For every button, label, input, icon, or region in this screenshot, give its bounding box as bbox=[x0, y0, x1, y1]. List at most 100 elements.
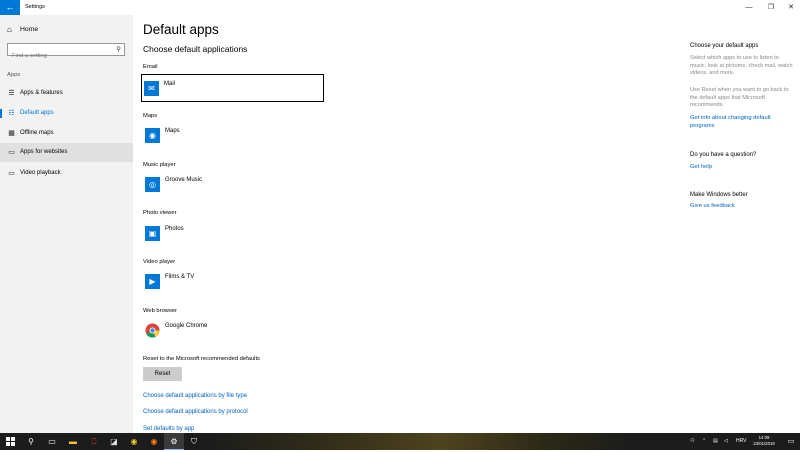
give-feedback-link[interactable]: Give us feedback bbox=[690, 203, 795, 211]
taskbar: ⚲ ▭ ▬ ⎕ ◪ ◉ ◉ ⚙ ⛉ ⚇ ⌃ ▤ ◁ HRV 14:09 23/0… bbox=[0, 433, 800, 450]
chrome-icon bbox=[145, 323, 160, 338]
reset-label: Reset to the Microsoft recommended defau… bbox=[143, 356, 260, 362]
arrow-left-icon: ← bbox=[5, 2, 15, 12]
reset-button[interactable]: Reset bbox=[143, 367, 182, 381]
page-title: Default apps bbox=[143, 22, 219, 37]
nav-home-label: Home bbox=[20, 26, 39, 33]
app-name: Google Chrome bbox=[165, 323, 208, 329]
default-app-photos[interactable]: ▣ Photos bbox=[143, 220, 324, 248]
web-icon: ▭ bbox=[8, 149, 15, 156]
right-panel-description: Select which apps to use to listen to mu… bbox=[690, 55, 793, 77]
category-label-email: Email bbox=[143, 64, 158, 70]
action-center-button[interactable]: ▭ bbox=[784, 433, 798, 450]
sidebar-item-offline-maps[interactable]: ▦ Offline maps bbox=[0, 124, 133, 143]
default-app-video[interactable]: ▶ Films & TV bbox=[143, 268, 324, 296]
sidebar-item-label: Apps & features bbox=[20, 90, 63, 96]
close-button[interactable]: ✕ bbox=[778, 0, 800, 15]
acrobat-button[interactable]: ⎕ bbox=[84, 433, 104, 450]
title-bar: ← Settings — ❐ ✕ bbox=[0, 0, 800, 15]
sidebar-item-label: Video playback bbox=[20, 170, 61, 176]
app-name: Maps bbox=[165, 128, 180, 134]
default-app-browser[interactable]: Google Chrome bbox=[143, 317, 324, 345]
network-icon[interactable]: ▤ bbox=[713, 433, 718, 450]
video-icon: ▭ bbox=[8, 170, 15, 177]
search-input[interactable] bbox=[8, 50, 112, 62]
acrobat-icon: ⎕ bbox=[91, 437, 97, 446]
nav-home[interactable]: ⌂ Home bbox=[7, 24, 127, 36]
category-label-video: Video player bbox=[143, 259, 176, 265]
sidebar-item-label: Default apps bbox=[20, 110, 54, 116]
link-defaults-by-file-type[interactable]: Choose default applications by file type bbox=[143, 393, 247, 399]
maps-icon: ◉ bbox=[145, 128, 160, 143]
shield-icon: ⛉ bbox=[191, 437, 197, 446]
map-icon: ▦ bbox=[8, 130, 15, 137]
photos-icon: ▣ bbox=[145, 226, 160, 241]
firefox-icon: ◉ bbox=[150, 437, 158, 446]
mail-icon: ✉ bbox=[144, 81, 159, 96]
feedback-title: Make Windows better bbox=[690, 192, 748, 198]
selection-indicator bbox=[0, 109, 2, 118]
security-taskbar-button[interactable]: ⛉ bbox=[184, 433, 204, 450]
settings-taskbar-button[interactable]: ⚙ bbox=[164, 433, 184, 450]
search-icon: ⚲ bbox=[28, 437, 34, 446]
task-view-button[interactable]: ▭ bbox=[42, 433, 62, 450]
app-icon: ◪ bbox=[110, 437, 118, 446]
language-indicator[interactable]: HRV bbox=[736, 433, 746, 450]
start-button[interactable] bbox=[0, 433, 20, 450]
default-app-maps[interactable]: ◉ Maps bbox=[143, 122, 324, 150]
default-app-email[interactable]: ✉ Mail bbox=[141, 74, 324, 102]
clock-date: 23/01/2018 bbox=[753, 441, 775, 446]
app-name: Mail bbox=[164, 81, 176, 87]
chrome-taskbar-button[interactable]: ◉ bbox=[124, 433, 144, 450]
file-explorer-button[interactable]: ▬ bbox=[63, 433, 83, 450]
close-icon: ✕ bbox=[788, 4, 794, 11]
search-taskbar-button[interactable]: ⚲ bbox=[21, 433, 41, 450]
window-title: Settings bbox=[25, 4, 45, 10]
restore-icon: ❐ bbox=[767, 4, 775, 11]
home-icon: ⌂ bbox=[7, 25, 12, 34]
notification-icon: ▭ bbox=[787, 438, 795, 445]
list-icon: ☰ bbox=[8, 90, 15, 97]
nav-section-label: Apps bbox=[7, 72, 21, 78]
category-label-browser: Web browser bbox=[143, 308, 178, 314]
category-label-photos: Photo viewer bbox=[143, 210, 177, 216]
volume-icon[interactable]: ◁ bbox=[724, 433, 728, 450]
chrome-icon: ◉ bbox=[130, 437, 138, 446]
task-view-icon: ▭ bbox=[48, 437, 56, 446]
taskbar-wallpaper-strip bbox=[210, 433, 630, 450]
sidebar-item-label: Offline maps bbox=[20, 130, 54, 136]
search-icon[interactable]: ⚲ bbox=[116, 45, 121, 53]
link-defaults-by-app[interactable]: Set defaults by app bbox=[143, 426, 194, 432]
sidebar: ⌂ Home ⚲ Apps ☰ Apps & features ☷ Defaul… bbox=[0, 15, 133, 433]
sidebar-item-video-playback[interactable]: ▭ Video playback bbox=[0, 164, 133, 183]
sidebar-item-default-apps[interactable]: ☷ Default apps bbox=[0, 104, 133, 123]
app-button[interactable]: ◪ bbox=[104, 433, 124, 450]
right-panel-title: Choose your default apps bbox=[690, 43, 759, 49]
default-app-music[interactable]: ◎ Groove Music bbox=[143, 171, 324, 199]
sidebar-item-apps-for-websites[interactable]: ▭ Apps for websites bbox=[0, 143, 133, 162]
get-info-link[interactable]: Get info about changing default programs bbox=[690, 115, 795, 130]
sidebar-item-apps-features[interactable]: ☰ Apps & features bbox=[0, 84, 133, 103]
category-label-maps: Maps bbox=[143, 113, 158, 119]
sidebar-item-label: Apps for websites bbox=[20, 149, 68, 155]
firefox-taskbar-button[interactable]: ◉ bbox=[144, 433, 164, 450]
page-subtitle: Choose default applications bbox=[143, 44, 248, 54]
get-help-link[interactable]: Get help bbox=[690, 164, 795, 172]
search-box: ⚲ bbox=[7, 43, 125, 62]
category-label-music: Music player bbox=[143, 162, 176, 168]
chevron-up-icon[interactable]: ⌃ bbox=[702, 433, 706, 450]
people-tray-icon[interactable]: ⚇ bbox=[690, 433, 694, 450]
app-name: Films & TV bbox=[165, 274, 195, 280]
minimize-icon: — bbox=[745, 4, 753, 11]
films-icon: ▶ bbox=[145, 274, 160, 289]
music-icon: ◎ bbox=[145, 177, 160, 192]
clock[interactable]: 14:09 23/01/2018 bbox=[752, 435, 776, 447]
windows-logo-icon bbox=[5, 437, 15, 446]
gear-icon: ⚙ bbox=[170, 437, 178, 446]
folder-icon: ▬ bbox=[69, 437, 77, 446]
link-defaults-by-protocol[interactable]: Choose default applications by protocol bbox=[143, 409, 248, 415]
default-apps-icon: ☷ bbox=[8, 110, 15, 117]
app-name: Photos bbox=[165, 226, 184, 232]
question-title: Do you have a question? bbox=[690, 152, 757, 158]
back-button[interactable]: ← bbox=[0, 0, 20, 15]
